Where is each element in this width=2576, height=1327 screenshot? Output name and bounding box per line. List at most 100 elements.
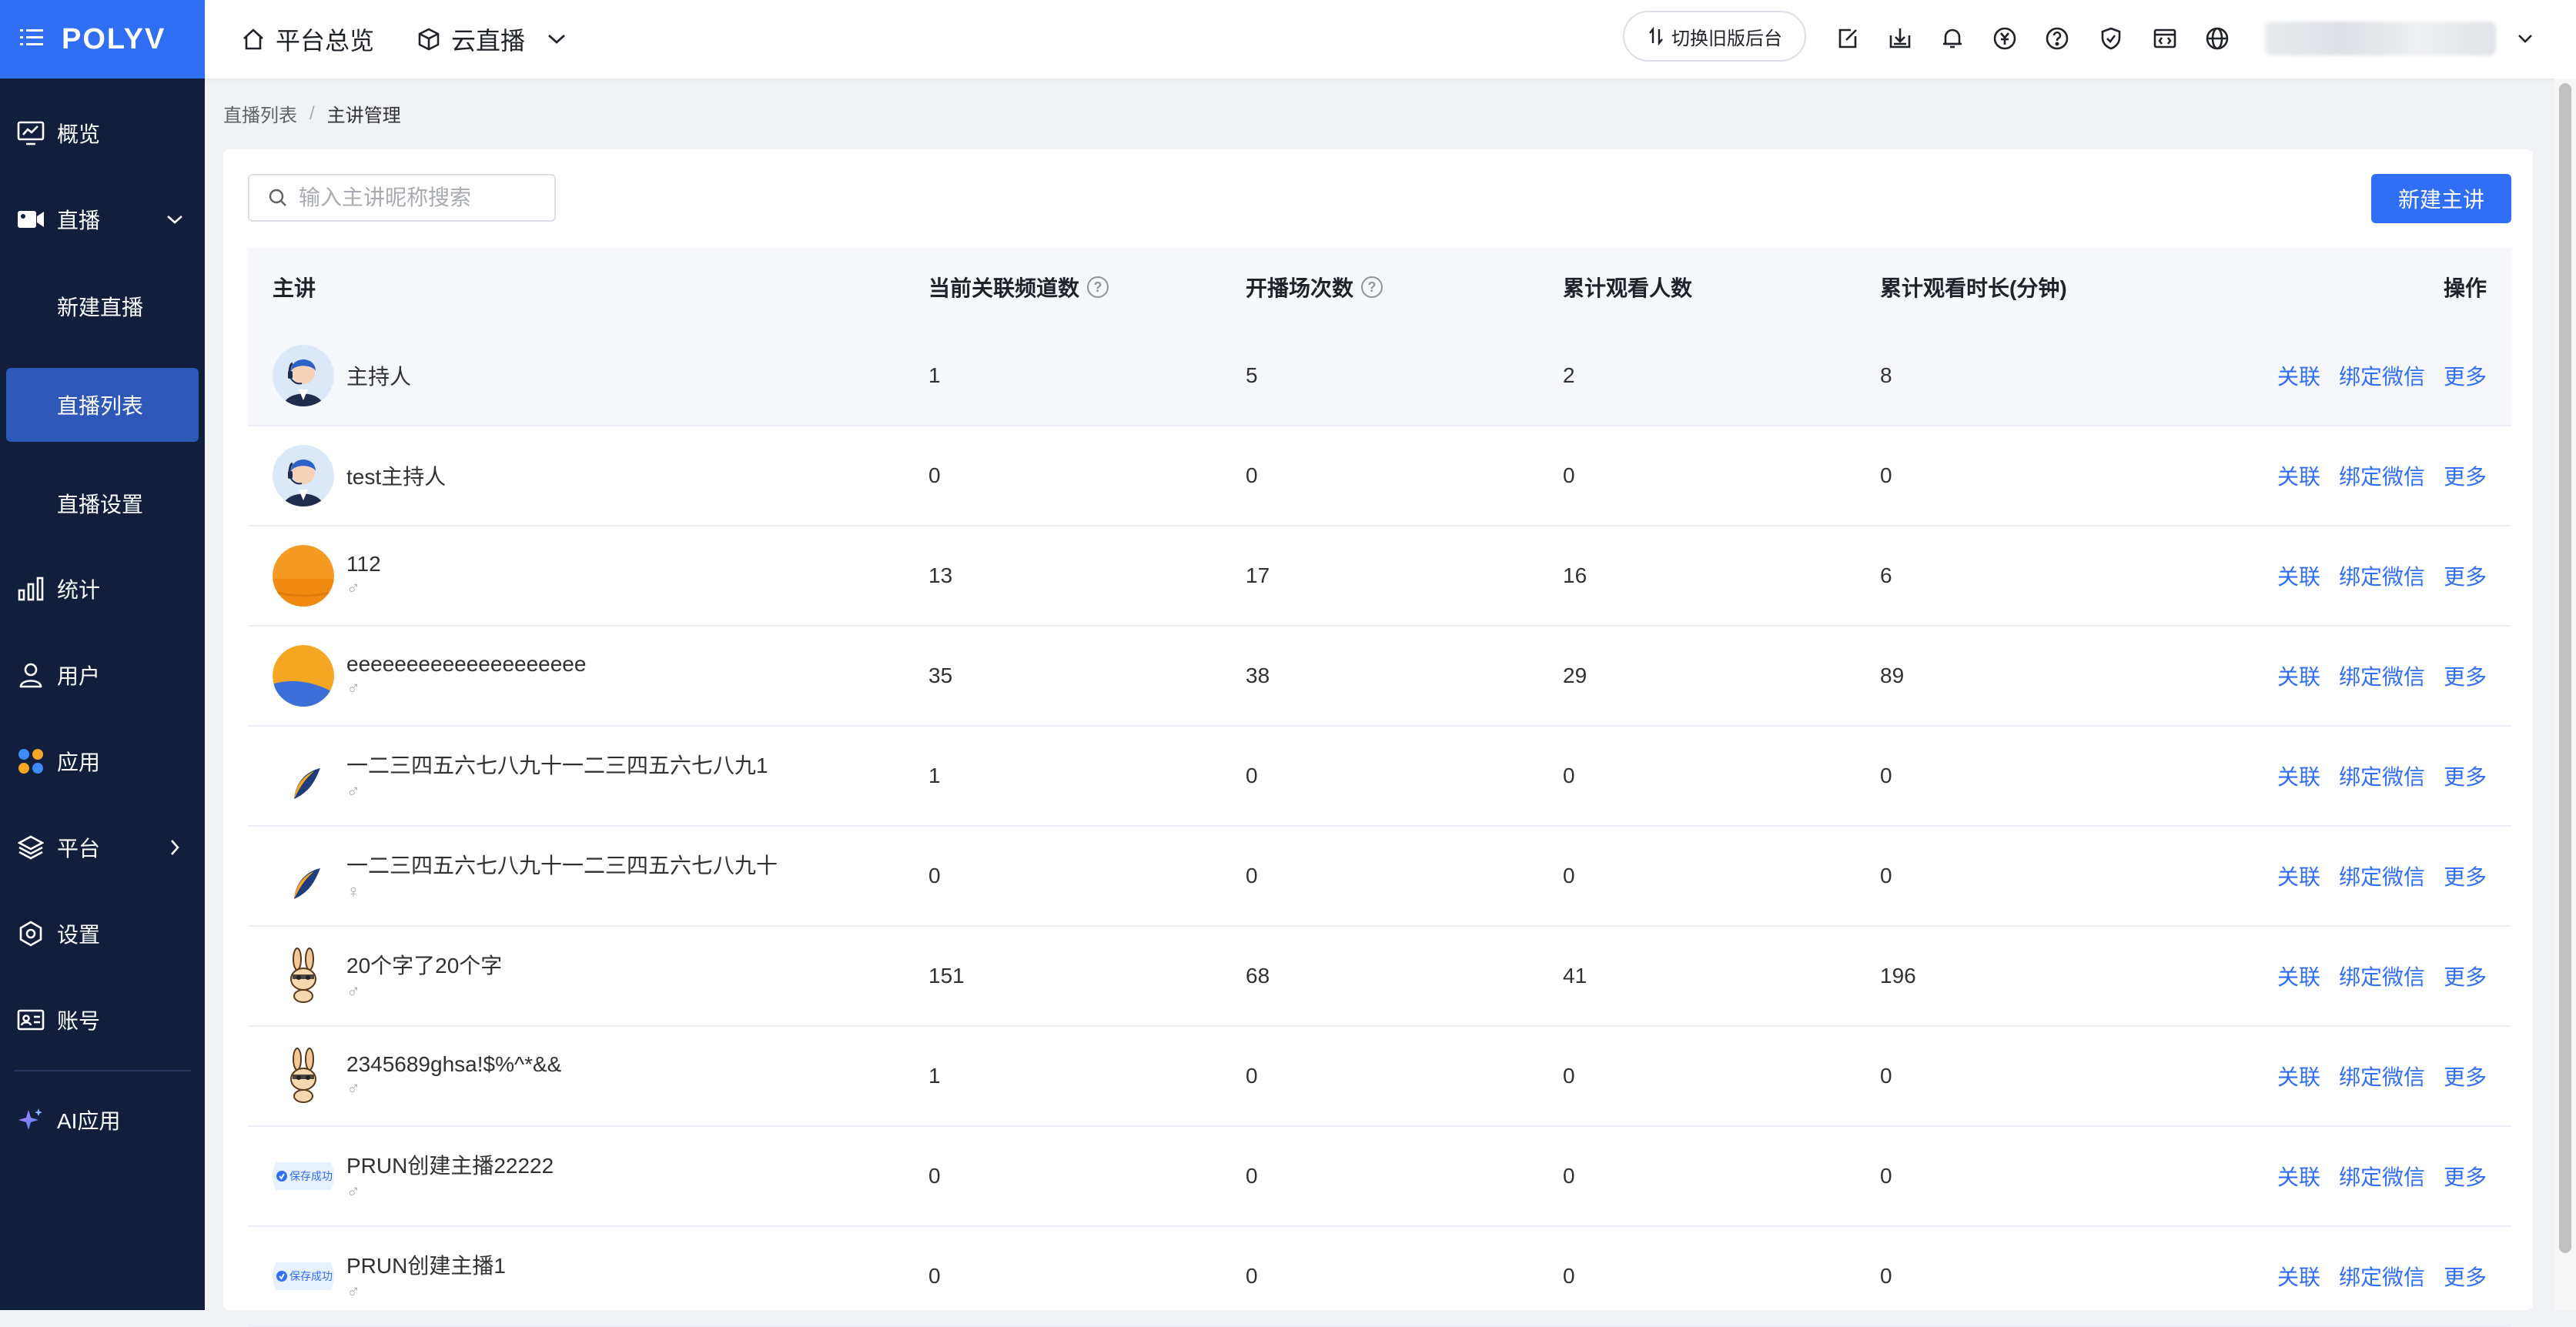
yuan-billing-icon[interactable] <box>1989 23 2020 54</box>
row-actions: 关联 绑定微信 更多 <box>2259 326 2487 425</box>
sidebar-subitem-new-live[interactable]: 新建直播 <box>0 269 205 343</box>
page-scrollbar[interactable] <box>2554 79 2576 1310</box>
globe-language-icon[interactable] <box>2202 23 2233 54</box>
link-channel-button[interactable]: 关联 <box>2277 460 2320 491</box>
bind-wechat-button[interactable]: 绑定微信 <box>2339 1261 2425 1292</box>
table-row[interactable]: 一二三四五六七八九十一二三四五六七八九十 ♀ 0 0 0 0 关联 绑定微信 更多 <box>248 827 2511 927</box>
bind-wechat-button[interactable]: 绑定微信 <box>2339 861 2425 891</box>
sidebar-item-apps[interactable]: 应用 <box>0 727 205 796</box>
link-channel-button[interactable]: 关联 <box>2277 360 2320 391</box>
more-actions-button[interactable]: 更多 <box>2444 560 2487 591</box>
new-presenter-button[interactable]: 新建主讲 <box>2371 174 2511 223</box>
more-actions-button[interactable]: 更多 <box>2444 1061 2487 1091</box>
table-row[interactable]: 20个字了20个字 ♂ 151 68 41 196 关联 绑定微信 更多 <box>248 927 2511 1027</box>
bind-wechat-button[interactable]: 绑定微信 <box>2339 760 2425 791</box>
more-actions-button[interactable]: 更多 <box>2444 760 2487 791</box>
link-channel-button[interactable]: 关联 <box>2277 1261 2320 1292</box>
presenter-name-block: eeeeeeeeeeeeeeeeeeee ♂ <box>346 627 586 725</box>
bind-wechat-button[interactable]: 绑定微信 <box>2339 961 2425 991</box>
link-channel-button[interactable]: 关联 <box>2277 1061 2320 1091</box>
link-channel-button[interactable]: 关联 <box>2277 660 2320 691</box>
platform-overview-link[interactable]: 平台总览 <box>242 0 374 79</box>
search-input[interactable] <box>297 185 547 211</box>
product-switcher[interactable]: 云直播 <box>417 0 577 79</box>
scrollbar-thumb[interactable] <box>2559 83 2571 1253</box>
question-circle-icon[interactable]: ? <box>1361 276 1383 298</box>
gender-icon: ♂ <box>346 781 360 802</box>
bind-wechat-button[interactable]: 绑定微信 <box>2339 560 2425 591</box>
sidebar-item-account[interactable]: 账号 <box>0 985 205 1055</box>
table-row[interactable]: 112 ♂ 13 17 16 6 关联 绑定微信 更多 <box>248 526 2511 627</box>
code-window-icon[interactable] <box>2149 23 2180 54</box>
presenter-avatar <box>273 645 334 707</box>
more-actions-button[interactable]: 更多 <box>2444 660 2487 691</box>
chevron-down-icon[interactable] <box>2510 23 2541 54</box>
sidebar-item-settings[interactable]: 设置 <box>0 899 205 968</box>
sidebar-item-ai-apps[interactable]: AI应用 <box>0 1085 205 1155</box>
presenter-name-block: PRUN创建主播1 ♂ <box>346 1227 506 1325</box>
polyv-logo: POLYV <box>62 22 166 55</box>
watch-minutes-cell: 6 <box>1880 563 1892 587</box>
link-channel-button[interactable]: 关联 <box>2277 861 2320 891</box>
sidebar: POLYV 概览 直播 新建直播 直播列表 直播设置 统计 用户 应用 平台 设… <box>0 0 205 1310</box>
menu-toggle-icon[interactable] <box>20 25 51 55</box>
gender-icon: ♂ <box>346 1078 360 1099</box>
presenter-name-block: PRUN创建主播22222 ♂ <box>346 1127 554 1225</box>
search-box[interactable] <box>248 174 556 222</box>
bell-icon[interactable] <box>1937 23 1968 54</box>
switch-old-version-button[interactable]: 切换旧版后台 <box>1623 11 1806 62</box>
link-channel-button[interactable]: 关联 <box>2277 760 2320 791</box>
gender-icon: ♂ <box>346 981 360 1002</box>
more-actions-button[interactable]: 更多 <box>2444 360 2487 391</box>
more-actions-button[interactable]: 更多 <box>2444 1261 2487 1292</box>
table-row[interactable]: 一二三四五六七八九十一二三四五六七八九1 ♂ 1 0 0 0 关联 绑定微信 更多 <box>248 727 2511 827</box>
channel-count-cell: 1 <box>928 1064 941 1088</box>
table-row[interactable]: 2345689ghsa!$%^*&& ♂ 1 0 0 0 关联 绑定微信 更多 <box>248 1027 2511 1127</box>
product-label: 云直播 <box>451 27 526 55</box>
table-row[interactable]: eeeeeeeeeeeeeeeeeeee ♂ 35 38 29 89 关联 绑定微信 更多 <box>248 627 2511 727</box>
chevron-down-icon <box>548 34 565 44</box>
table-row[interactable]: 保存成功 PRUN创建主播22222 ♂ 0 0 0 0 关联 绑定微信 更多 <box>248 1127 2511 1227</box>
sidebar-item-stats[interactable]: 统计 <box>0 554 205 623</box>
sidebar-item-label: 账号 <box>57 1009 101 1033</box>
link-channel-button[interactable]: 关联 <box>2277 961 2320 991</box>
bind-wechat-button[interactable]: 绑定微信 <box>2339 1161 2425 1192</box>
edit-note-icon[interactable] <box>1832 23 1863 54</box>
presenter-name-block: test主持人 <box>346 426 446 525</box>
sidebar-subitem-live-settings[interactable]: 直播设置 <box>0 466 205 540</box>
more-actions-button[interactable]: 更多 <box>2444 861 2487 891</box>
table-row[interactable]: test主持人 0 0 0 0 关联 绑定微信 更多 <box>248 426 2511 526</box>
bind-wechat-button[interactable]: 绑定微信 <box>2339 660 2425 691</box>
sidebar-item-label: 用户 <box>57 664 101 688</box>
question-circle-icon[interactable]: ? <box>1087 276 1109 298</box>
link-channel-button[interactable]: 关联 <box>2277 1161 2320 1192</box>
table-row[interactable]: 保存成功 PRUN创建主播1 ♂ 0 0 0 0 关联 绑定微信 更多 <box>248 1227 2511 1327</box>
sidebar-subitem-live-list[interactable]: 直播列表 <box>6 368 199 442</box>
sidebar-item-live[interactable]: 直播 <box>0 185 205 254</box>
row-actions: 关联 绑定微信 更多 <box>2259 1127 2487 1225</box>
sidebar-item-overview[interactable]: 概览 <box>0 99 205 168</box>
help-icon[interactable] <box>2042 23 2073 54</box>
sidebar-item-platform[interactable]: 平台 <box>0 813 205 882</box>
row-actions: 关联 绑定微信 更多 <box>2259 727 2487 825</box>
breadcrumb-parent-link[interactable]: 直播列表 <box>223 100 297 127</box>
bind-wechat-button[interactable]: 绑定微信 <box>2339 360 2425 391</box>
more-actions-button[interactable]: 更多 <box>2444 460 2487 491</box>
table-row[interactable]: 主持人 1 5 2 8 关联 绑定微信 更多 <box>248 326 2511 426</box>
presenter-avatar <box>273 345 334 406</box>
sidebar-item-users[interactable]: 用户 <box>0 640 205 710</box>
user-account-menu[interactable] <box>2265 22 2496 55</box>
more-actions-button[interactable]: 更多 <box>2444 961 2487 991</box>
channel-count-cell: 35 <box>928 664 953 687</box>
more-actions-button[interactable]: 更多 <box>2444 1161 2487 1192</box>
channel-count-cell: 151 <box>928 964 965 988</box>
shield-check-icon[interactable] <box>2096 23 2126 54</box>
presenter-avatar <box>273 445 334 506</box>
download-icon[interactable] <box>1885 23 1915 54</box>
bind-wechat-button[interactable]: 绑定微信 <box>2339 460 2425 491</box>
sidebar-item-label: 平台 <box>57 837 101 861</box>
presenter-avatar <box>273 1045 334 1107</box>
bind-wechat-button[interactable]: 绑定微信 <box>2339 1061 2425 1091</box>
link-channel-button[interactable]: 关联 <box>2277 560 2320 591</box>
avatar-badge-text: 保存成功 <box>289 1170 333 1182</box>
